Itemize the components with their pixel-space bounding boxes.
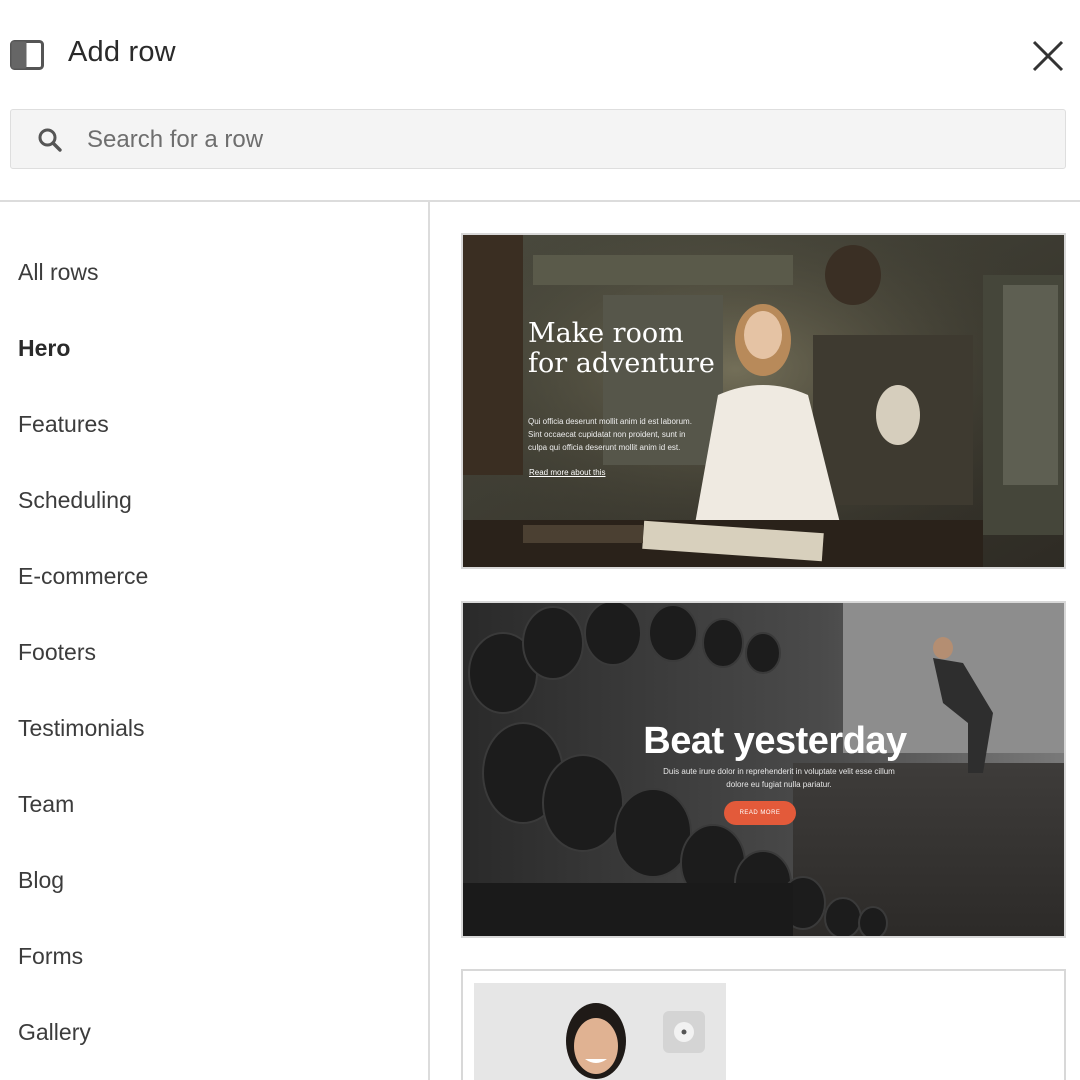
row-heading: Make room for adventure <box>528 318 715 379</box>
row-heading-text: Beat yesterday <box>643 720 907 762</box>
row-heading: Beat yesterday <box>463 720 1063 763</box>
hero-photo-shop <box>463 235 1064 567</box>
sidebar-item-features[interactable]: Features <box>18 411 109 438</box>
row-link: Read more about this <box>529 468 606 477</box>
sidebar-item-gallery[interactable]: Gallery <box>18 1019 91 1046</box>
sidebar-item-hero[interactable]: Hero <box>18 335 70 362</box>
sidebar-panel-icon[interactable] <box>10 40 44 70</box>
read-more-button: READ MORE <box>724 801 796 825</box>
search-icon <box>38 128 62 152</box>
sidebar-item-team[interactable]: Team <box>18 791 74 818</box>
dialog-header: Add row <box>0 0 1080 108</box>
hero-photo-portrait <box>474 983 726 1080</box>
sidebar-item-scheduling[interactable]: Scheduling <box>18 487 132 514</box>
sidebar-item-forms[interactable]: Forms <box>18 943 83 970</box>
row-body-text: Qui officia deserunt mollit anim id est … <box>528 417 692 452</box>
sidebar-item-testimonials[interactable]: Testimonials <box>18 715 145 742</box>
sidebar-item-footers[interactable]: Footers <box>18 639 96 666</box>
search-bar <box>10 109 1066 169</box>
row-templates-list: Make room for adventure Qui officia dese… <box>430 202 1080 1080</box>
close-icon[interactable] <box>1030 38 1066 74</box>
row-body-text: Duis aute irure dolor in reprehenderit i… <box>663 767 895 789</box>
row-template-card[interactable]: Beat yesterday Duis aute irure dolor in … <box>461 601 1066 938</box>
sidebar-item-e-commerce[interactable]: E-commerce <box>18 563 148 590</box>
dialog-title: Add row <box>68 36 176 68</box>
row-template-card[interactable] <box>461 969 1066 1080</box>
sidebar-item-all-rows[interactable]: All rows <box>18 259 99 286</box>
sidebar-item-blog[interactable]: Blog <box>18 867 64 894</box>
category-sidebar: All rows Hero Features Scheduling E-comm… <box>0 202 428 1080</box>
search-input[interactable] <box>87 118 1027 162</box>
row-template-card[interactable]: Make room for adventure Qui officia dese… <box>461 233 1066 569</box>
